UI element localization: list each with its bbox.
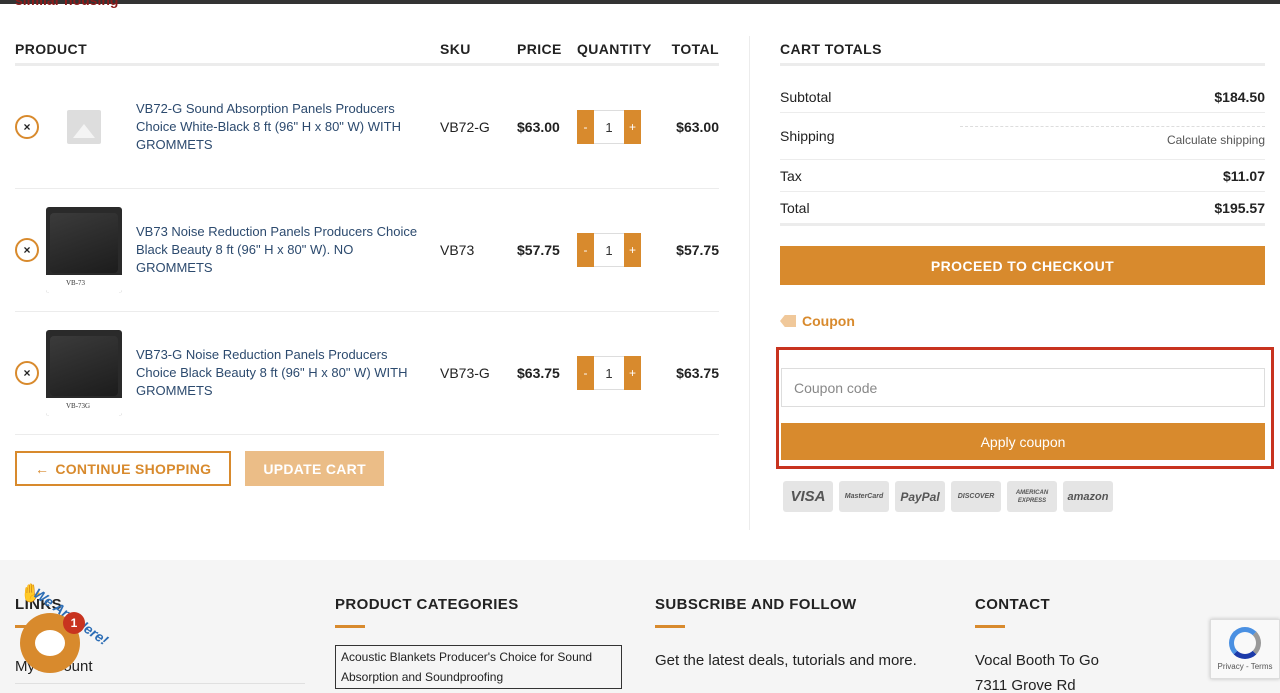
cart-totals-title: CART TOTALS [780,36,1265,66]
recaptcha-badge[interactable]: Privacy - Terms [1210,619,1280,679]
quantity-input[interactable]: 1 [594,110,624,144]
coupon-heading: Coupon [780,313,1265,329]
footer-contact-title: CONTACT [975,596,1051,613]
proceed-to-checkout-button[interactable]: PROCEED TO CHECKOUT [780,246,1265,285]
header-sku: SKU [440,41,471,57]
subtotal-row: Subtotal $184.50 [780,66,1265,113]
quantity-plus-button[interactable]: + [624,110,641,144]
chat-bubble-icon [35,630,65,656]
line-total: $63.00 [676,119,719,135]
quantity-stepper: - 1 + [577,233,671,267]
subscribe-text: Get the latest deals, tutorials and more… [655,652,917,669]
line-total: $63.75 [676,365,719,381]
remove-item-button[interactable]: × [15,115,39,139]
apply-coupon-button[interactable]: Apply coupon [781,423,1265,460]
tax-value: $11.07 [1222,167,1265,184]
mastercard-icon: MasterCard [839,481,889,512]
payment-icons: VISA MasterCard PayPal DISCOVER AMERICAN… [783,481,1113,512]
cart-row: × VB-73G VB73-G Noise Reduction Panels P… [15,312,719,435]
footer-categories: PRODUCT CATEGORIES Acoustic Blankets Pro… [335,596,625,689]
quantity-plus-button[interactable]: + [624,356,641,390]
cart-table-header: PRODUCT SKU PRICE QUANTITY TOTAL [15,36,719,66]
header-price: PRICE [517,41,562,57]
quantity-input[interactable]: 1 [594,356,624,390]
cart-row: × VB72-G Sound Absorption Panels Produce… [15,66,719,189]
contact-line: 7311 Grove Rd [975,677,1076,693]
subtotal-value: $184.50 [1214,89,1265,105]
remove-item-button[interactable]: × [15,238,39,262]
header-product: PRODUCT [15,41,88,57]
footer: LINKS My Account PRODUCT CATEGORIES Acou… [0,560,1280,693]
product-sku: VB73 [440,242,475,258]
footer-categories-title: PRODUCT CATEGORIES [335,596,519,613]
quantity-minus-button[interactable]: - [577,356,594,390]
coupon-code-input[interactable]: Coupon code [781,368,1265,407]
top-bar [0,0,1280,4]
discover-icon: DISCOVER [951,481,1001,512]
header-quantity: QUANTITY [577,41,652,57]
shipping-label: Shipping [780,128,835,144]
thumbnail-label: VB-73 [46,275,122,293]
quantity-input[interactable]: 1 [594,233,624,267]
placeholder-image-icon [67,110,101,144]
remove-item-button[interactable]: × [15,361,39,385]
product-sku: VB72-G [440,119,490,135]
cart-table: PRODUCT SKU PRICE QUANTITY TOTAL × VB72-… [15,36,719,435]
contact-info: Vocal Booth To Go 7311 Grove Rd [975,648,1205,693]
column-divider [749,36,750,530]
footer-subscribe: SUBSCRIBE AND FOLLOW Get the latest deal… [655,596,945,673]
update-cart-button[interactable]: UPDATE CART [245,451,384,486]
total-value: $195.57 [1214,199,1265,216]
product-price: $63.00 [517,119,560,135]
product-sku: VB73-G [440,365,490,381]
quantity-stepper: - 1 + [577,356,671,390]
subtotal-label: Subtotal [780,89,832,105]
continue-shopping-label: CONTINUE SHOPPING [55,460,212,477]
calculate-shipping-link[interactable]: Calculate shipping [960,125,1265,147]
footer-accent-bar [655,625,685,628]
paypal-icon: PayPal [895,481,945,512]
visa-icon: VISA [783,481,833,512]
shipping-row: Shipping Calculate shipping [780,113,1265,160]
header-total: TOTAL [671,41,719,57]
chat-notification-badge: 1 [63,612,85,634]
footer-contact: CONTACT Vocal Booth To Go 7311 Grove Rd [975,596,1205,693]
product-price: $57.75 [517,242,560,258]
product-thumbnail[interactable] [46,84,122,170]
line-total: $57.75 [676,242,719,258]
amazon-icon: amazon [1063,481,1113,512]
total-row: Total $195.57 [780,192,1265,226]
product-name-link[interactable]: VB73 Noise Reduction Panels Producers Ch… [136,223,426,277]
cart-totals: CART TOTALS Subtotal $184.50 Shipping Ca… [780,36,1265,329]
thumbnail-label: VB-73G [46,398,122,416]
breadcrumb[interactable]: similar housing [15,0,118,8]
recaptcha-icon [1229,627,1261,659]
category-link[interactable]: Acoustic Blankets Producer's Choice for … [335,645,622,689]
recaptcha-links[interactable]: Privacy - Terms [1218,662,1273,671]
quantity-minus-button[interactable]: - [577,110,594,144]
tag-icon [780,315,796,327]
amex-icon: AMERICAN EXPRESS [1007,481,1057,512]
product-name-link[interactable]: VB72-G Sound Absorption Panels Producers… [136,100,426,154]
product-price: $63.75 [517,365,560,381]
cart-actions: ← CONTINUE SHOPPING UPDATE CART [15,451,384,486]
cart-row: × VB-73 VB73 Noise Reduction Panels Prod… [15,189,719,312]
quantity-plus-button[interactable]: + [624,233,641,267]
tax-row: Tax $11.07 [780,160,1265,192]
quantity-minus-button[interactable]: - [577,233,594,267]
continue-shopping-button[interactable]: ← CONTINUE SHOPPING [15,451,232,486]
footer-accent-bar [975,625,1005,628]
tax-label: Tax [780,167,802,184]
footer-accent-bar [335,625,365,628]
coupon-label: Coupon [802,313,855,329]
footer-subscribe-title: SUBSCRIBE AND FOLLOW [655,596,857,613]
product-thumbnail[interactable]: VB-73 [46,207,122,293]
contact-line: Vocal Booth To Go [975,652,1099,669]
quantity-stepper: - 1 + [577,110,671,144]
product-thumbnail[interactable]: VB-73G [46,330,122,416]
total-label: Total [780,199,810,216]
arrow-left-icon: ← [35,460,50,477]
product-name-link[interactable]: VB73-G Noise Reduction Panels Producers … [136,346,426,400]
